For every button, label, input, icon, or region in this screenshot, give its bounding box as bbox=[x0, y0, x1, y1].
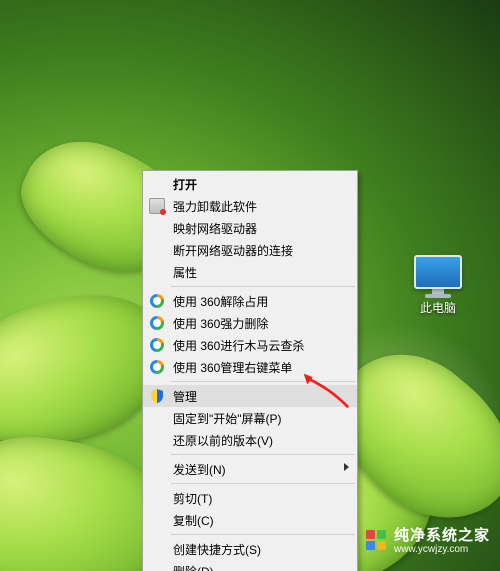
computer-icon bbox=[414, 255, 462, 295]
context-menu: 打开强力卸载此软件映射网络驱动器断开网络驱动器的连接属性使用 360解除占用使用… bbox=[142, 170, 358, 571]
blank-icon bbox=[147, 242, 167, 258]
blank-icon bbox=[147, 512, 167, 528]
menu-item-label: 复制(C) bbox=[173, 512, 339, 529]
menu-item-label: 强力卸载此软件 bbox=[173, 198, 339, 215]
blank-icon bbox=[147, 220, 167, 236]
blank-icon bbox=[147, 541, 167, 557]
menu-item-label: 打开 bbox=[173, 176, 339, 193]
blank-icon bbox=[147, 461, 167, 477]
shield-icon bbox=[147, 388, 167, 404]
menu-separator bbox=[171, 534, 355, 535]
menu-item[interactable]: 剪切(T) bbox=[143, 487, 357, 509]
menu-separator bbox=[171, 483, 355, 484]
menu-item[interactable]: 属性 bbox=[143, 261, 357, 283]
menu-item[interactable]: 使用 360进行木马云查杀 bbox=[143, 334, 357, 356]
menu-separator bbox=[171, 454, 355, 455]
menu-item-label: 使用 360解除占用 bbox=[173, 293, 339, 310]
watermark-title: 纯净系统之家 bbox=[394, 528, 490, 545]
360-icon bbox=[147, 337, 167, 353]
menu-item[interactable]: 删除(D) bbox=[143, 560, 357, 571]
menu-item[interactable]: 发送到(N) bbox=[143, 458, 357, 480]
menu-separator bbox=[171, 381, 355, 382]
blank-icon bbox=[147, 432, 167, 448]
watermark-url: www.ycwjzy.com bbox=[394, 544, 490, 555]
blank-icon bbox=[147, 410, 167, 426]
menu-separator bbox=[171, 286, 355, 287]
desktop: 此电脑 打开强力卸载此软件映射网络驱动器断开网络驱动器的连接属性使用 360解除… bbox=[0, 0, 500, 571]
menu-item[interactable]: 还原以前的版本(V) bbox=[143, 429, 357, 451]
watermark: 纯净系统之家 www.ycwjzy.com bbox=[358, 524, 500, 560]
menu-item[interactable]: 断开网络驱动器的连接 bbox=[143, 239, 357, 261]
watermark-logo-icon bbox=[366, 530, 388, 552]
360-icon bbox=[147, 293, 167, 309]
menu-item[interactable]: 强力卸载此软件 bbox=[143, 195, 357, 217]
menu-item[interactable]: 使用 360管理右键菜单 bbox=[143, 356, 357, 378]
menu-item-label: 管理 bbox=[173, 388, 339, 405]
blank-icon bbox=[147, 563, 167, 571]
360-icon bbox=[147, 359, 167, 375]
menu-item-label: 创建快捷方式(S) bbox=[173, 541, 339, 558]
menu-item[interactable]: 管理 bbox=[143, 385, 357, 407]
menu-item[interactable]: 固定到"开始"屏幕(P) bbox=[143, 407, 357, 429]
360-icon bbox=[147, 315, 167, 331]
menu-item[interactable]: 使用 360强力删除 bbox=[143, 312, 357, 334]
menu-item[interactable]: 创建快捷方式(S) bbox=[143, 538, 357, 560]
menu-item-label: 使用 360管理右键菜单 bbox=[173, 359, 339, 376]
menu-item-label: 发送到(N) bbox=[173, 461, 339, 478]
uninstall-icon bbox=[147, 198, 167, 214]
menu-item[interactable]: 打开 bbox=[143, 173, 357, 195]
blank-icon bbox=[147, 176, 167, 192]
menu-item-label: 属性 bbox=[173, 264, 339, 281]
blank-icon bbox=[147, 490, 167, 506]
menu-item-label: 剪切(T) bbox=[173, 490, 339, 507]
menu-item[interactable]: 复制(C) bbox=[143, 509, 357, 531]
menu-item-label: 映射网络驱动器 bbox=[173, 220, 339, 237]
menu-item-label: 使用 360进行木马云查杀 bbox=[173, 337, 339, 354]
menu-item-label: 还原以前的版本(V) bbox=[173, 432, 339, 449]
menu-item[interactable]: 映射网络驱动器 bbox=[143, 217, 357, 239]
menu-item-label: 断开网络驱动器的连接 bbox=[173, 242, 339, 259]
menu-item[interactable]: 使用 360解除占用 bbox=[143, 290, 357, 312]
menu-item-label: 删除(D) bbox=[173, 563, 339, 571]
desktop-icon-this-pc[interactable]: 此电脑 bbox=[406, 255, 470, 316]
chevron-right-icon bbox=[344, 463, 349, 471]
menu-item-label: 固定到"开始"屏幕(P) bbox=[173, 410, 339, 427]
blank-icon bbox=[147, 264, 167, 280]
menu-item-label: 使用 360强力删除 bbox=[173, 315, 339, 332]
desktop-icon-label: 此电脑 bbox=[406, 299, 470, 316]
